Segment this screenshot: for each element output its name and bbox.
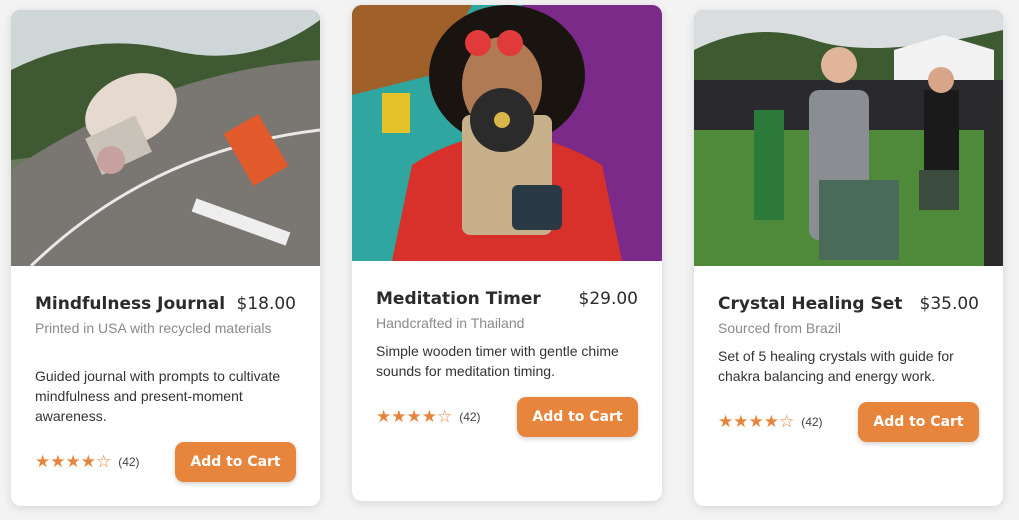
star-rating-icon: ★★★★☆ bbox=[718, 412, 795, 431]
rating: ★★★★☆ (42) bbox=[718, 412, 823, 432]
add-to-cart-button[interactable]: Add to Cart bbox=[517, 397, 638, 437]
rating: ★★★★☆ (42) bbox=[35, 452, 140, 472]
product-image bbox=[11, 10, 320, 266]
rating-count: (42) bbox=[459, 410, 481, 424]
star-rating-icon: ★★★★☆ bbox=[376, 407, 453, 426]
star-rating-icon: ★★★★☆ bbox=[35, 452, 112, 471]
product-price: $35.00 bbox=[919, 294, 979, 314]
product-price: $18.00 bbox=[236, 294, 296, 314]
add-to-cart-button[interactable]: Add to Cart bbox=[858, 402, 979, 442]
rating-count: (42) bbox=[801, 415, 823, 429]
product-card-mindfulness-journal: Mindfulness Journal $18.00 Printed in US… bbox=[11, 10, 320, 506]
product-title: Mindfulness Journal bbox=[35, 294, 226, 314]
product-image bbox=[694, 10, 1003, 266]
product-card-crystal-healing-set: Crystal Healing Set $35.00 Sourced from … bbox=[694, 10, 1003, 506]
product-origin: Printed in USA with recycled materials bbox=[35, 320, 272, 336]
add-to-cart-button[interactable]: Add to Cart bbox=[175, 442, 296, 482]
product-title: Crystal Healing Set bbox=[718, 294, 903, 314]
product-description: Set of 5 healing crystals with guide for… bbox=[718, 348, 954, 384]
product-image bbox=[352, 5, 662, 261]
rating-count: (42) bbox=[118, 455, 140, 469]
product-origin: Handcrafted in Thailand bbox=[376, 315, 525, 331]
product-origin: Sourced from Brazil bbox=[718, 320, 841, 336]
product-description: Simple wooden timer with gentle chime so… bbox=[376, 343, 619, 379]
product-title: Meditation Timer bbox=[376, 289, 541, 309]
product-card-meditation-timer: Meditation Timer $29.00 Handcrafted in T… bbox=[352, 5, 662, 501]
rating: ★★★★☆ (42) bbox=[376, 407, 481, 427]
product-description: Guided journal with prompts to cultivate… bbox=[35, 368, 281, 424]
product-price: $29.00 bbox=[578, 289, 638, 309]
